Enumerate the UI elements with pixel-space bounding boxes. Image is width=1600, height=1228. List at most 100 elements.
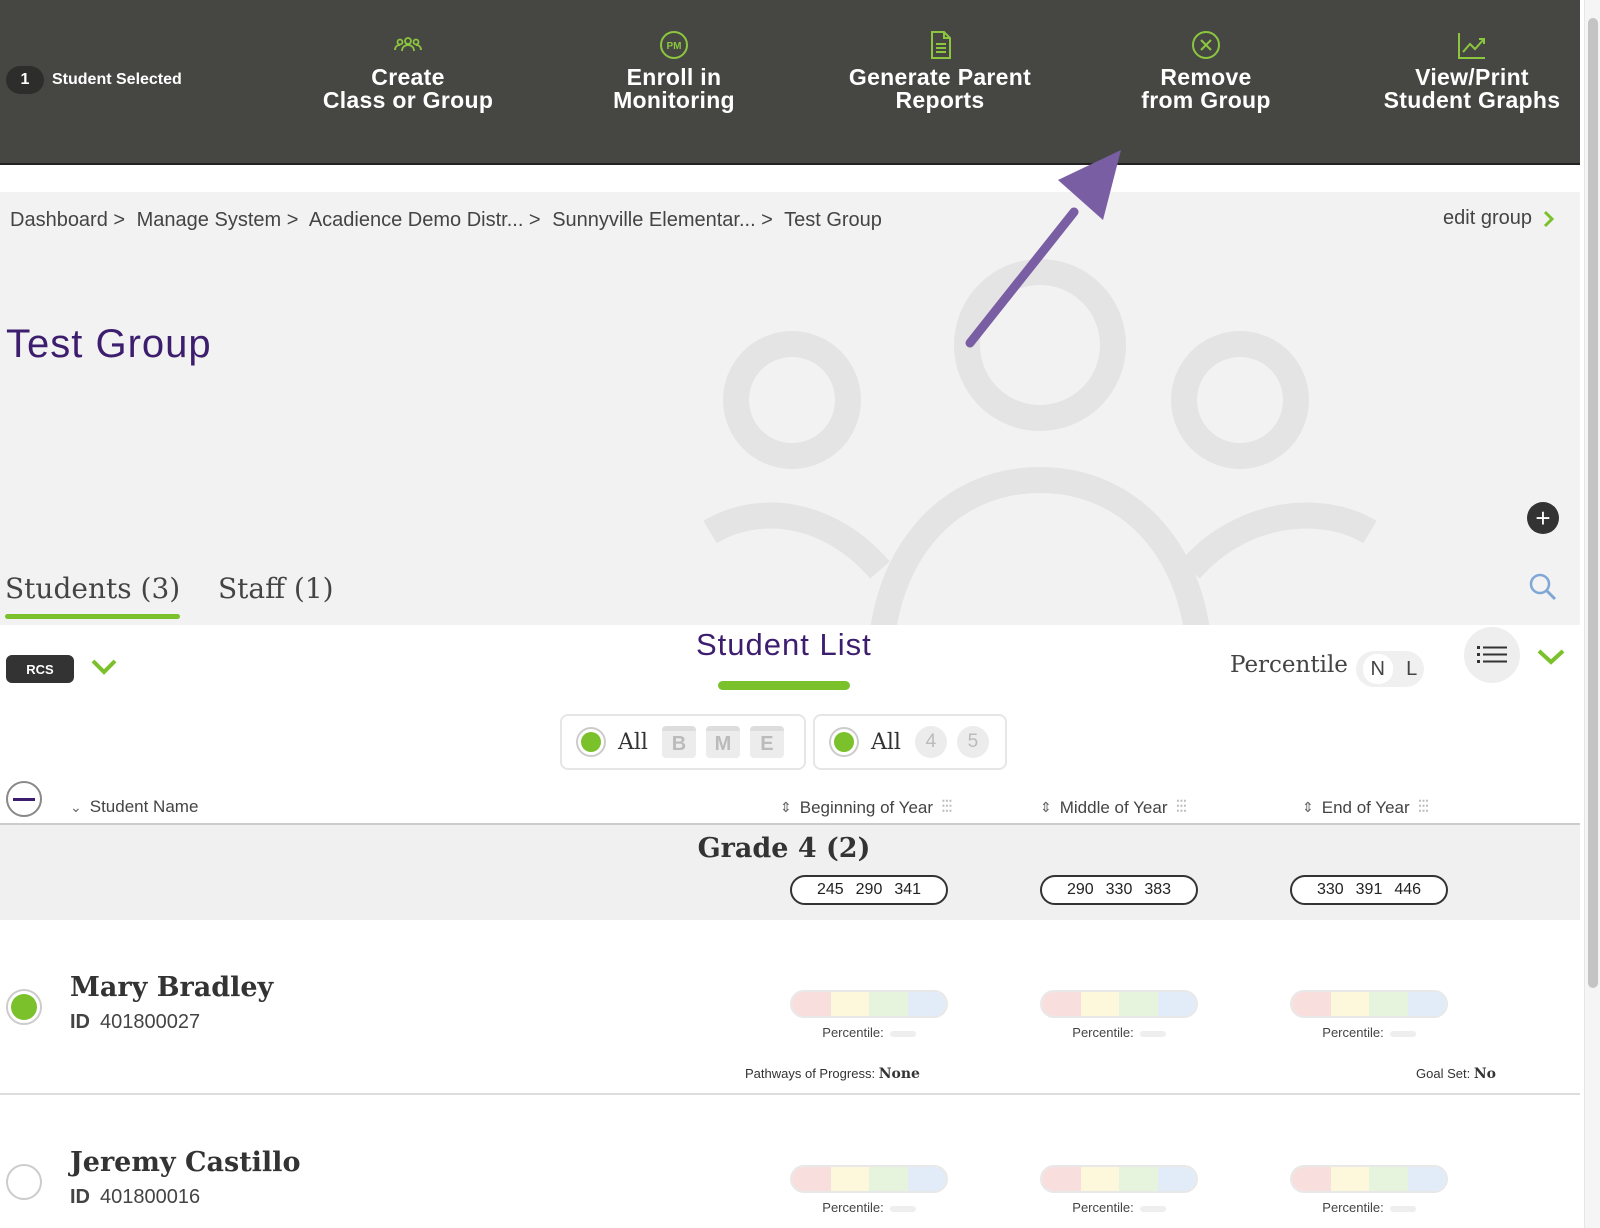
column-label: End of Year [1322,798,1410,818]
column-label: Student Name [90,797,199,817]
list-view-button[interactable] [1464,627,1520,683]
breadcrumb-district[interactable]: Acadience Demo Distr... > [309,209,541,231]
breadcrumb-current-group: Test Group [784,209,882,231]
pathways-of-progress: Pathways of Progress: None [745,1066,920,1082]
period-filter: All B M E [560,714,806,770]
line-chart-icon [1455,28,1489,62]
score-band-boy [790,1165,948,1193]
period-all-label: All [618,730,648,755]
action-label-line2: Class or Group [288,89,528,112]
period-b-button[interactable]: B [662,726,696,758]
list-icon [1477,644,1507,666]
percentile-label: Percentile: [1072,1025,1133,1040]
grade-4-button[interactable]: 4 [915,726,947,758]
score-band-moy [1040,990,1198,1018]
norm-toggle[interactable]: N L [1356,651,1424,687]
period-m-button[interactable]: M [706,726,740,758]
score-band-eoy [1290,1165,1448,1193]
pm-icon-text: PM [667,41,682,52]
filter-sliders-icon[interactable]: ⫶⫶⫶ [1418,797,1429,818]
column-end-of-year[interactable]: ⇕ End of Year ⫶⫶⫶ [1302,797,1428,818]
pathways-label: Pathways of Progress: [745,1066,875,1081]
pm-monitoring-icon: PM [657,28,691,62]
group-watermark-icon [680,252,1400,625]
grade-5-button[interactable]: 5 [957,726,989,758]
percentile-label: Percentile: [1322,1025,1383,1040]
student-select-radio[interactable] [6,1164,42,1200]
grade-all-radio[interactable] [829,727,859,757]
id-value: 401800027 [100,1011,200,1033]
grade-group-header: Grade 4 (2) 245 290 341 290 330 383 330 … [0,825,1580,920]
edit-group-label: edit group [1443,207,1532,230]
period-e-button[interactable]: E [750,726,784,758]
benchmark-value: 341 [894,881,921,899]
group-header: Dashboard > Manage System > Acadience De… [0,192,1580,625]
student-id: ID 401800027 [70,1011,200,1034]
action-label-line1: Generate Parent [820,66,1060,89]
id-value: 401800016 [100,1186,200,1208]
benchmark-value: 245 [817,881,844,899]
chevron-down-icon[interactable] [1536,647,1566,667]
percentile-label: Percentile: [822,1200,883,1215]
benchmark-value: 330 [1317,881,1344,899]
plus-icon: + [1535,505,1550,531]
chevron-right-icon [1540,209,1558,229]
sort-icon: ⌄ [70,799,82,816]
row-divider [0,1093,1580,1095]
toggle-national[interactable]: N [1363,654,1393,684]
generate-parent-reports-button[interactable]: Generate Parent Reports [820,28,1060,112]
action-label-line1: Enroll in [554,66,794,89]
filter-sliders-icon[interactable]: ⫶⫶⫶ [941,797,952,818]
benchmark-range-eoy: 330 391 446 [1290,875,1448,905]
benchmark-value: 290 [856,881,883,899]
student-select-radio[interactable] [6,989,42,1025]
edit-group-link[interactable]: edit group [1443,207,1558,230]
goal-set: Goal Set: No [1416,1066,1496,1082]
column-middle-of-year[interactable]: ⇕ Middle of Year ⫶⫶⫶ [1040,797,1186,818]
tab-staff[interactable]: Staff (1) [218,572,334,605]
student-id: ID 401800016 [70,1186,200,1209]
grade-all-label: All [871,730,901,755]
period-all-radio[interactable] [576,727,606,757]
id-label: ID [70,1186,90,1208]
toggle-local[interactable]: L [1406,658,1417,681]
breadcrumb-manage-system[interactable]: Manage System > [137,209,299,231]
action-label-line2: Monitoring [554,89,794,112]
selection-status: 1 Student Selected [6,66,182,94]
column-label: Beginning of Year [800,798,933,818]
breadcrumb-dashboard[interactable]: Dashboard > [10,209,125,231]
column-beginning-of-year[interactable]: ⇕ Beginning of Year ⫶⫶⫶ [780,797,952,818]
rcs-selector-button[interactable]: RCS [6,655,74,683]
add-member-button[interactable]: + [1527,502,1559,534]
student-list-title: Student List [696,627,872,663]
tab-students[interactable]: Students (3) [5,572,180,605]
column-student-name[interactable]: ⌄ Student Name [70,797,198,817]
scrollbar-thumb[interactable] [1588,18,1598,988]
student-name[interactable]: Jeremy Castillo [70,1147,300,1178]
view-print-student-graphs-button[interactable]: View/Print Student Graphs [1352,28,1592,112]
enroll-in-monitoring-button[interactable]: PM Enroll in Monitoring [554,28,794,112]
action-label-line1: Create [288,66,528,89]
benchmark-value: 446 [1394,881,1421,899]
sort-icon: ⇕ [780,799,792,816]
student-list-panel: RCS Student List Percentile N L All B M … [0,625,1580,1228]
goal-label: Goal Set: [1416,1066,1470,1081]
breadcrumb-school[interactable]: Sunnyville Elementar... > [552,209,773,231]
remove-from-group-button[interactable]: Remove from Group [1086,28,1326,112]
search-icon[interactable] [1528,572,1558,602]
id-label: ID [70,1011,90,1033]
pathways-value: None [879,1066,920,1082]
selected-count-badge: 1 [6,66,44,94]
percentile-eoy: Percentile: [1290,1200,1448,1215]
group-icon [391,28,425,62]
student-name[interactable]: Mary Bradley [70,972,273,1003]
sort-icon: ⇕ [1302,799,1314,816]
create-class-or-group-button[interactable]: Create Class or Group [288,28,528,112]
filter-sliders-icon[interactable]: ⫶⫶⫶ [1175,797,1186,818]
action-label-line1: View/Print [1352,66,1592,89]
header-spacer [0,165,1580,192]
deselect-all-checkbox[interactable] [6,781,42,817]
chevron-down-icon[interactable] [90,657,118,677]
score-band-moy [1040,1165,1198,1193]
vertical-scrollbar[interactable] [1584,0,1600,1228]
